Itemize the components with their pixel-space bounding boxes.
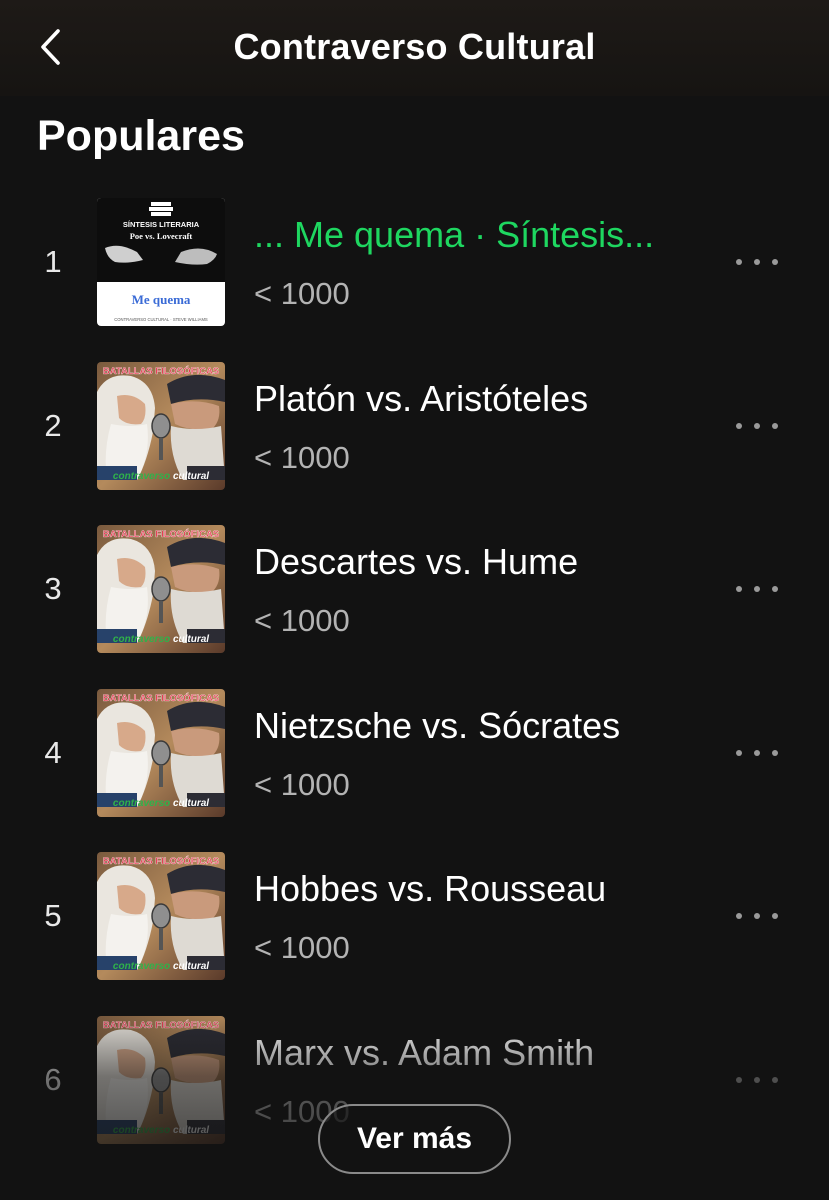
more-dot [754, 259, 760, 265]
track-row[interactable]: 4 BATALLAS FILOSÓFICAS contraverso cultura… [0, 688, 829, 853]
more-horizontal-icon[interactable] [734, 412, 780, 440]
more-dot [736, 422, 742, 429]
svg-text:BATALLAS FILOSÓFICAS: BATALLAS FILOSÓFICAS [103, 528, 219, 540]
more-dot [772, 1076, 778, 1083]
track-row[interactable]: 5 BATALLAS FILOSÓFICAS contraverso cultura… [0, 852, 829, 1016]
page-title: Contraverso Cultural [233, 26, 596, 67]
track-row[interactable]: 3 BATALLAS FILOSÓFICAS contraverso cultura… [0, 525, 829, 689]
more-horizontal-icon[interactable] [734, 1066, 780, 1094]
track-title[interactable]: Descartes vs. Hume [254, 541, 578, 583]
track-title[interactable]: Hobbes vs. Rousseau [254, 868, 606, 910]
more-dot [754, 749, 760, 756]
more-dot [772, 749, 778, 756]
more-dot [772, 422, 778, 429]
top-bar: Contraverso Cultural [0, 0, 829, 96]
track-play-count: < 1000 [254, 930, 350, 966]
track-number: 2 [44, 407, 62, 443]
more-dot [754, 913, 760, 920]
svg-text:BATALLAS FILOSÓFICAS: BATALLAS FILOSÓFICAS [103, 1019, 219, 1031]
track-cover-art[interactable]: BATALLAS FILOSÓFICAS contraverso cultural [97, 852, 225, 981]
more-dot [754, 422, 760, 429]
track-cover-art[interactable]: SÍNTESIS LITERARIA Poe vs. Lovecraft Me qu… [97, 198, 225, 326]
track-title[interactable]: Marx vs. Adam Smith [254, 1032, 594, 1074]
track-cover-art[interactable]: BATALLAS FILOSÓFICAS contraverso cultural [97, 688, 225, 817]
track-title[interactable]: Nietzsche vs. Sócrates [254, 705, 620, 747]
svg-text:BATALLAS FILOSÓFICAS: BATALLAS FILOSÓFICAS [103, 365, 219, 377]
track-number: 1 [44, 244, 62, 279]
track-row[interactable]: 2 BATALLAS FILOSÓFICAS contraverso cultura… [0, 361, 829, 526]
svg-text:Me quema: Me quema [132, 292, 191, 307]
track-number: 6 [44, 1061, 62, 1097]
more-horizontal-icon[interactable] [734, 902, 780, 930]
more-dot [736, 259, 742, 265]
svg-text:contraverso cultural: contraverso cultural [113, 798, 209, 809]
more-dot [772, 259, 778, 265]
more-dot [772, 913, 778, 920]
svg-text:contraverso cultural: contraverso cultural [113, 634, 209, 645]
svg-text:Poe vs. Lovecraft: Poe vs. Lovecraft [130, 231, 193, 241]
track-play-count: < 1000 [254, 603, 350, 639]
track-play-count: < 1000 [254, 766, 350, 802]
track-title[interactable]: Platón vs. Aristóteles [254, 378, 588, 420]
track-row[interactable]: 1 SÍNTESIS LITERARIA Poe vs. Lovecraft Me q… [0, 198, 829, 362]
section-title: Populares [37, 112, 245, 160]
track-title[interactable]: ... Me quema · Síntesis... [254, 214, 654, 256]
svg-text:contraverso cultural: contraverso cultural [113, 961, 209, 972]
more-dot [754, 1076, 760, 1083]
track-cover-art[interactable]: BATALLAS FILOSÓFICAS contraverso cultural [97, 1015, 225, 1144]
svg-text:BATALLAS FILOSÓFICAS: BATALLAS FILOSÓFICAS [103, 692, 219, 704]
see-more-button[interactable]: Ver más [318, 1104, 511, 1174]
more-horizontal-icon[interactable] [734, 248, 780, 276]
track-list: 1 SÍNTESIS LITERARIA Poe vs. Lovecraft Me q… [0, 198, 829, 1180]
svg-text:contraverso cultural: contraverso cultural [113, 1125, 209, 1136]
more-dot [736, 749, 742, 756]
more-dot [736, 586, 742, 593]
svg-text:CONTRAVERSO CULTURAL · STEVE W: CONTRAVERSO CULTURAL · STEVE WILLIAMS [114, 317, 208, 322]
svg-text:contraverso cultural: contraverso cultural [113, 471, 209, 482]
more-dot [772, 586, 778, 593]
svg-text:BATALLAS FILOSÓFICAS: BATALLAS FILOSÓFICAS [103, 855, 219, 867]
track-play-count: < 1000 [254, 276, 350, 311]
more-dot [736, 1076, 742, 1083]
track-number: 3 [44, 571, 62, 607]
more-horizontal-icon[interactable] [734, 739, 780, 767]
track-cover-art[interactable]: BATALLAS FILOSÓFICAS contraverso cultural [97, 525, 225, 654]
track-number: 4 [44, 734, 62, 770]
more-dot [736, 913, 742, 920]
svg-text:SÍNTESIS LITERARIA: SÍNTESIS LITERARIA [123, 220, 200, 229]
track-play-count: < 1000 [254, 439, 350, 475]
more-dot [754, 586, 760, 593]
track-number: 5 [44, 898, 62, 934]
more-horizontal-icon[interactable] [734, 575, 780, 603]
track-cover-art[interactable]: BATALLAS FILOSÓFICAS contraverso cultural [97, 361, 225, 490]
